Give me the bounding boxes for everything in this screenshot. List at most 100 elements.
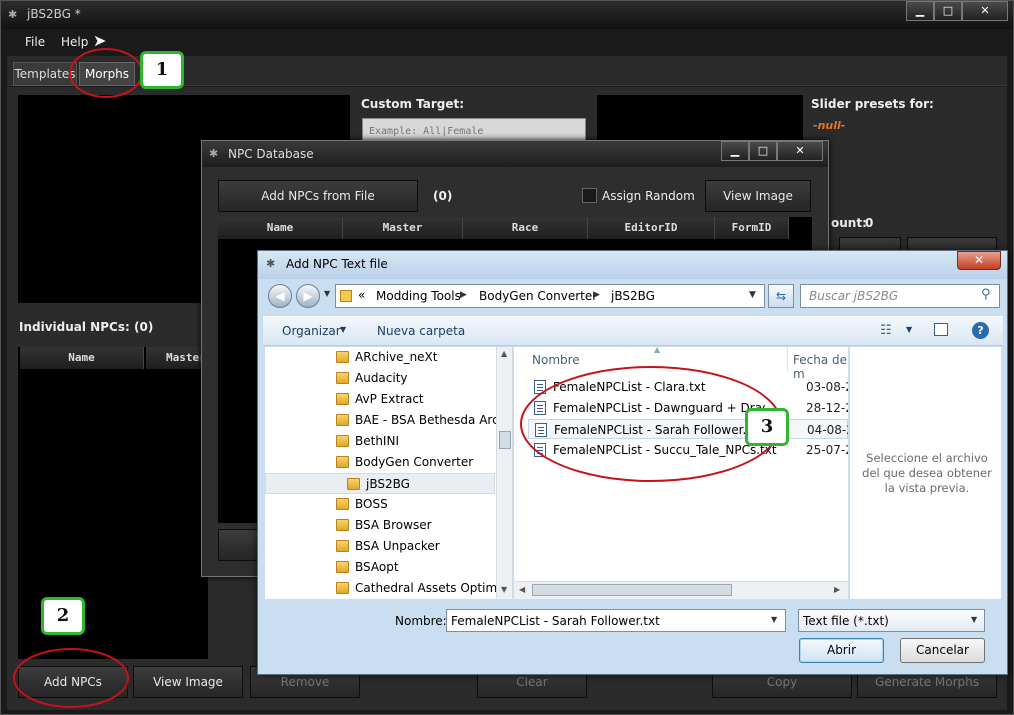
folder-icon [336,456,349,468]
folder-label: BethINI [355,434,399,448]
npc-db-column-master[interactable]: Master [343,217,463,239]
help-icon[interactable]: ? [972,322,989,339]
preview-pane-icon[interactable] [934,323,948,336]
filetype-select[interactable]: Text file (*.txt) ▼ [798,609,985,632]
folder-item-avp-extract[interactable]: AvP Extract [265,389,495,410]
folder-item-boss[interactable]: BOSS [265,494,495,515]
add-npcs-from-file-button[interactable]: Add NPCs from File [218,180,418,212]
column-divider [787,347,788,371]
breadcrumb-separator-icon: ▶ [593,290,600,300]
tree-scroll-thumb[interactable] [499,431,511,449]
organize-button[interactable]: Organizar [282,324,341,338]
breadcrumb-modding-tools[interactable]: Modding Tools [376,289,461,303]
folder-icon [336,372,349,384]
folder-item-jbs2bg[interactable]: jBS2BG [265,473,495,494]
view-image-button[interactable]: View Image [133,666,243,698]
assign-random-checkbox[interactable] [582,188,597,203]
folder-label: BOSS [355,497,388,511]
maximize-button[interactable]: □ [934,1,962,21]
filename-value: FemaleNPCList - Sarah Follower.txt [451,614,660,628]
folder-item-archive-next[interactable]: ARchive_neXt [265,347,495,368]
annotation-badge-3: 3 [745,408,789,446]
breadcrumb-bodygen[interactable]: BodyGen Converter [479,289,597,303]
npc-db-column-name[interactable]: Name [218,217,343,239]
folder-item-bsa-browser[interactable]: BSA Browser [265,515,495,536]
column-master[interactable]: Master [146,347,208,369]
address-bar[interactable]: « Modding Tools ▶ BodyGen Converter ▶ jB… [335,284,765,308]
folder-icon [336,582,349,594]
refresh-button[interactable]: ⇆ [768,284,794,308]
organize-dropdown-icon: ▼ [340,325,347,334]
annotation-badge-2: 2 [41,597,85,635]
tree-scrollbar[interactable]: ▲ ▼ [496,347,512,599]
folder-item-bodygen-converter[interactable]: BodyGen Converter [265,452,495,473]
folder-item-bsa-unpacker[interactable]: BSA Unpacker [265,536,495,557]
npc-db-count: (0) [433,189,453,203]
menu-help[interactable]: Help [61,35,88,49]
folder-icon [347,478,360,490]
npc-db-view-image-button[interactable]: View Image [705,180,811,212]
close-button[interactable]: ✕ [962,1,1008,21]
npc-db-column-formid[interactable]: FormID [715,217,789,239]
folder-icon [336,498,349,510]
npc-db-minimize-button[interactable]: ▁ [721,141,749,161]
menu-file[interactable]: File [25,35,45,49]
cancel-button[interactable]: Cancelar [900,638,985,663]
individual-npcs-label: Individual NPCs: [19,320,130,334]
history-dropdown-icon[interactable]: ▼ [324,289,330,298]
scroll-down-icon[interactable]: ▼ [501,585,507,594]
folder-tree: ARchive_neXt Audacity AvP Extract BAE - … [265,347,513,599]
scroll-up-icon[interactable]: ▲ [501,349,507,358]
npc-db-close-button[interactable]: ✕ [777,141,823,161]
filename-input[interactable]: FemaleNPCList - Sarah Follower.txt ▼ [446,609,786,632]
new-folder-button[interactable]: Nueva carpeta [377,324,465,338]
folder-item-bae[interactable]: BAE - BSA Bethesda Archiv [265,410,512,431]
folder-item-bethini[interactable]: BethINI [265,431,495,452]
file-date: 28-12-201 [806,401,848,415]
horizontal-scrollbar[interactable]: ◀ ▶ [514,581,848,599]
address-folder-icon [340,290,352,302]
filename-label: Nombre: [395,614,447,628]
npc-db-column-race[interactable]: Race [463,217,588,239]
breadcrumb-jbs2bg[interactable]: jBS2BG [611,289,655,303]
count-label: ount: [831,216,867,230]
search-icon: ⚲ [981,287,991,302]
forward-button[interactable]: ▶ [296,284,320,308]
column-name[interactable]: Name [20,347,144,369]
folder-label: BSAopt [355,560,399,574]
folder-icon [336,435,349,447]
folder-item-cathedral[interactable]: Cathedral Assets Optimizer [265,578,512,599]
minimize-button[interactable]: ▁ [906,1,934,21]
filename-dropdown-icon[interactable]: ▼ [771,615,777,624]
npc-db-column-editorid[interactable]: EditorID [588,217,715,239]
hscroll-thumb[interactable] [532,584,732,596]
open-button[interactable]: Abrir [799,638,884,663]
scroll-right-icon[interactable]: ▶ [834,585,840,594]
back-button[interactable]: ◀ [268,284,292,308]
npc-db-icon: ✱ [209,147,219,160]
folder-item-bsaopt[interactable]: BSAopt [265,557,495,578]
address-overflow-icon[interactable]: « [358,288,365,302]
count-value: 0 [865,216,874,230]
filetype-dropdown-icon[interactable]: ▼ [971,615,977,624]
address-dropdown-icon[interactable]: ▼ [749,290,756,300]
column-nombre[interactable]: Nombre [532,353,580,367]
folder-label: Cathedral Assets Optimizer [355,581,513,595]
breadcrumb-separator-icon: ▶ [460,290,467,300]
assign-random-label: Assign Random [602,189,695,203]
folder-icon [336,393,349,405]
folder-item-audacity[interactable]: Audacity [265,368,495,389]
folder-label: Audacity [355,371,408,385]
dialog-toolbar: Organizar ▼ Nueva carpeta ☷ ▼ ? [263,316,1003,346]
annotation-oval-files [520,366,782,482]
view-options-icon[interactable]: ☷ [880,323,892,338]
search-box[interactable]: Buscar jBS2BG ⚲ [800,284,1000,308]
npc-db-maximize-button[interactable]: □ [749,141,777,161]
scroll-left-icon[interactable]: ◀ [519,585,525,594]
folder-label: BSA Unpacker [355,539,440,553]
npc-db-title: NPC Database [228,147,314,161]
tab-templates[interactable]: Templates [13,62,77,86]
view-dropdown-icon[interactable]: ▼ [906,325,912,334]
main-title-bar: ✱ jBS2BG * ▁ □ ✕ [1,1,1013,29]
dialog-close-button[interactable]: ✕ [957,251,1001,270]
